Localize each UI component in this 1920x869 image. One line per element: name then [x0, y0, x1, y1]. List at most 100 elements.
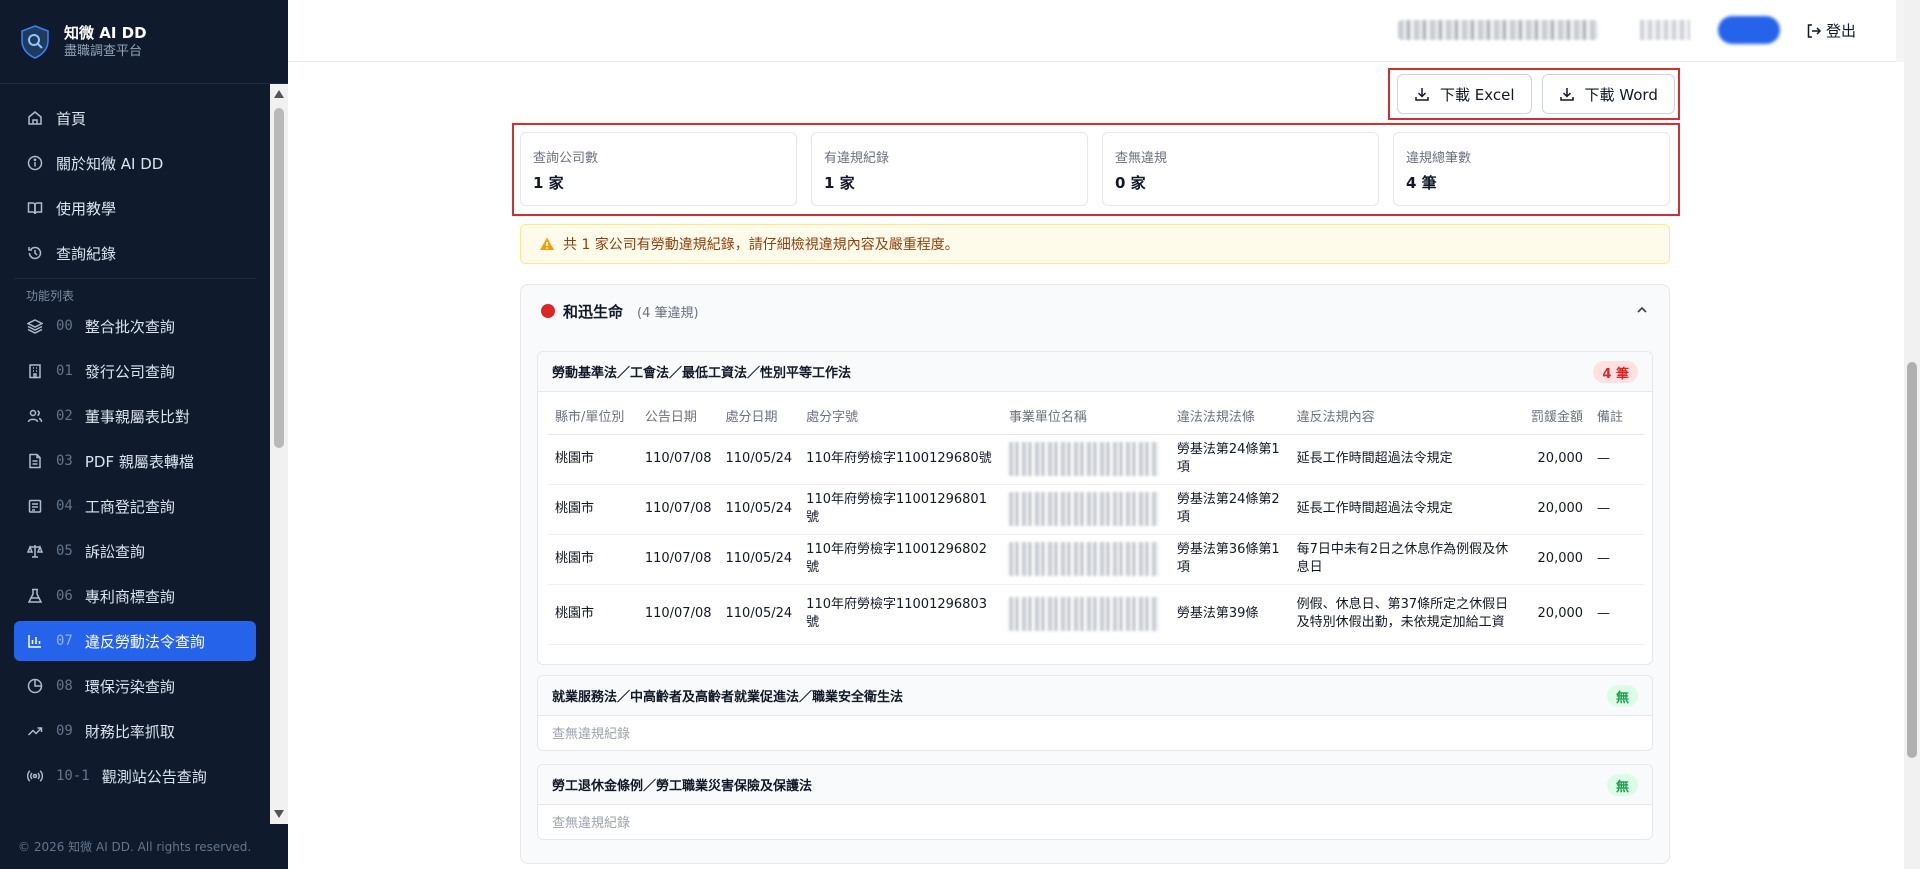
brand[interactable]: 知微 AI DD 盡職調查平台 — [0, 0, 288, 84]
radio-icon — [26, 767, 44, 785]
sidebar-item-label: 整合批次查詢 — [84, 317, 175, 336]
sidebar-item-batch-query[interactable]: 00 整合批次查詢 — [14, 306, 256, 346]
law-group-empty-text: 查無違規紀錄 — [552, 726, 631, 742]
column-header: 違法法規法條 — [1169, 398, 1290, 435]
page-scrollbar[interactable] — [1904, 0, 1920, 869]
cell-fine: 20,000 — [1516, 434, 1591, 485]
column-header: 縣市/單位別 — [548, 398, 638, 435]
law-group-count-badge: 無 — [1606, 774, 1638, 796]
sidebar-item-label: 訴訟查詢 — [84, 542, 145, 561]
sidebar-item-number: 05 — [56, 543, 73, 559]
sidebar-item-label: 首頁 — [56, 109, 87, 128]
law-group-empty-text: 查無違規紀錄 — [552, 815, 631, 831]
law-group-header: 勞工退休金條例／勞工職業災害保險及保護法 無 — [538, 765, 1652, 805]
cell-violation-content: 每7日中未有2日之休息作為例假及休息日 — [1289, 534, 1517, 585]
sidebar-item-number: 09 — [56, 723, 73, 739]
user-role-badge-redacted — [1718, 16, 1780, 44]
sidebar-item-pdf-convert[interactable]: 03 PDF 親屬表轉檔 — [14, 441, 256, 481]
column-header: 罰鍰金額 — [1516, 398, 1591, 435]
stat-card-queried: 查詢公司數 1 家 — [520, 132, 797, 206]
page-scroll-thumb[interactable] — [1907, 362, 1917, 758]
warning-icon — [540, 237, 554, 250]
cell-penalty-date: 110/05/24 — [718, 584, 800, 645]
sidebar-item-history[interactable]: 查詢紀錄 — [14, 233, 256, 273]
sidebar-item-about[interactable]: 關於知微 AI DD — [14, 143, 256, 183]
sidebar-scroll-thumb[interactable] — [274, 108, 284, 448]
cell-doc-no: 110年府勞檢字11001296802號 — [799, 534, 1002, 585]
scroll-down-arrow-icon[interactable] — [274, 810, 284, 818]
cell-entity-name-redacted — [1001, 484, 1170, 535]
sidebar-item-tutorial[interactable]: 使用教學 — [14, 188, 256, 228]
sidebar-item-label: 使用教學 — [56, 199, 117, 218]
law-group-title: 就業服務法／中高齡者及高齡者就業促進法／職業安全衛生法 — [552, 690, 904, 705]
sidebar-item-issuer-query[interactable]: 01 發行公司查詢 — [14, 351, 256, 391]
cell-law-article: 勞基法第24條第2項 — [1169, 484, 1290, 535]
file-icon — [26, 452, 44, 470]
sidebar-item-patent-trademark[interactable]: 06 專利商標查詢 — [14, 576, 256, 616]
cell-fine: 20,000 — [1516, 584, 1591, 645]
cell-note: — — [1590, 434, 1644, 485]
stat-label: 查無違規 — [1115, 151, 1168, 166]
sidebar-item-label: 財務比率抓取 — [84, 722, 175, 741]
sidebar-item-label: 專利商標查詢 — [84, 587, 175, 606]
stat-label: 有違規紀錄 — [824, 151, 890, 166]
cell-city: 桃園市 — [548, 484, 638, 535]
sidebar-item-litigation[interactable]: 05 訴訟查詢 — [14, 531, 256, 571]
table-row: 桃園市 110/07/08 110/05/24 110年府勞檢字11001296… — [548, 484, 1644, 535]
cell-penalty-date: 110/05/24 — [718, 534, 800, 585]
sidebar-item-director-compare[interactable]: 02 董事親屬表比對 — [14, 396, 256, 436]
sidebar-item-business-registry[interactable]: 04 工商登記查詢 — [14, 486, 256, 526]
law-group-employment-service: 就業服務法／中高齡者及高齡者就業促進法／職業安全衛生法 無 查無違規紀錄 — [537, 675, 1653, 751]
user-email-redacted — [1398, 20, 1598, 40]
column-header: 處分日期 — [718, 398, 800, 435]
sidebar-item-label: 關於知微 AI DD — [56, 154, 164, 173]
stat-value: 1 家 — [824, 174, 855, 192]
sidebar-item-number: 06 — [56, 588, 73, 604]
sidebar-item-home[interactable]: 首頁 — [14, 98, 256, 138]
column-header: 公告日期 — [637, 398, 719, 435]
sidebar-item-number: 02 — [56, 408, 73, 424]
violation-table: 縣市/單位別 公告日期 處分日期 處分字號 事業單位名稱 違法法規法條 違反法規… — [548, 398, 1644, 645]
sidebar-item-number: 03 — [56, 453, 73, 469]
download-excel-button[interactable]: 下載 Excel — [1397, 74, 1532, 114]
cell-penalty-date: 110/05/24 — [718, 434, 800, 485]
stat-value: 0 家 — [1115, 174, 1146, 192]
scale-icon — [26, 542, 44, 560]
sidebar: 知微 AI DD 盡職調查平台 首頁 關於知微 AI DD 使用教學 查詢紀錄 … — [0, 0, 288, 869]
download-word-button[interactable]: 下載 Word — [1541, 74, 1675, 114]
sidebar-item-labor-violation[interactable]: 07 違反勞動法令查詢 — [14, 621, 256, 661]
sidebar-scrollbar[interactable] — [270, 84, 288, 824]
shield-search-icon — [21, 24, 49, 59]
sidebar-item-pollution[interactable]: 08 環保污染查詢 — [14, 666, 256, 706]
stat-value: 1 家 — [533, 174, 564, 192]
column-header: 事業單位名稱 — [1001, 398, 1170, 435]
company-panel-header[interactable]: 和迅生命 (4 筆違規) — [521, 285, 1669, 337]
logout-icon — [1807, 23, 1822, 38]
column-header: 違反法規內容 — [1289, 398, 1517, 435]
law-group-header: 勞動基準法／工會法／最低工資法／性別平等工作法 4 筆 — [538, 352, 1652, 392]
law-group-count-badge: 無 — [1606, 685, 1638, 707]
sidebar-item-financial-ratio[interactable]: 09 財務比率抓取 — [14, 711, 256, 751]
cell-city: 桃園市 — [548, 584, 638, 645]
bar-chart-icon — [26, 632, 44, 650]
stat-label: 違規總筆數 — [1406, 151, 1472, 166]
sidebar-item-label: 環保污染查詢 — [84, 677, 175, 696]
logout-button[interactable]: 登出 — [1806, 20, 1856, 41]
cell-violation-content: 例假、休息日、第37條所定之休假日及特別休假出勤，未依規定加給工資 — [1289, 584, 1517, 645]
table-row: 桃園市 110/07/08 110/05/24 110年府勞檢字11001296… — [548, 534, 1644, 585]
cell-penalty-date: 110/05/24 — [718, 484, 800, 535]
chevron-up-icon[interactable] — [1635, 303, 1649, 317]
cell-announce-date: 110/07/08 — [637, 484, 719, 535]
stat-card-no-violation: 查無違規 0 家 — [1102, 132, 1379, 206]
cell-violation-content: 延長工作時間超過法令規定 — [1289, 434, 1517, 485]
cell-violation-content: 延長工作時間超過法令規定 — [1289, 484, 1517, 535]
sidebar-item-number: 04 — [56, 498, 73, 514]
scroll-up-arrow-icon[interactable] — [274, 90, 284, 98]
trend-icon — [26, 722, 44, 740]
cell-doc-no: 110年府勞檢字1100129680號 — [799, 434, 1002, 485]
brand-title: 知微 AI DD — [64, 23, 147, 42]
sidebar-item-mops-announcement[interactable]: 10-1 觀測站公告查詢 — [14, 756, 256, 796]
sidebar-item-number: 00 — [56, 318, 73, 334]
sidebar-item-number: 07 — [56, 633, 73, 649]
cell-law-article: 勞基法第36條第1項 — [1169, 534, 1290, 585]
